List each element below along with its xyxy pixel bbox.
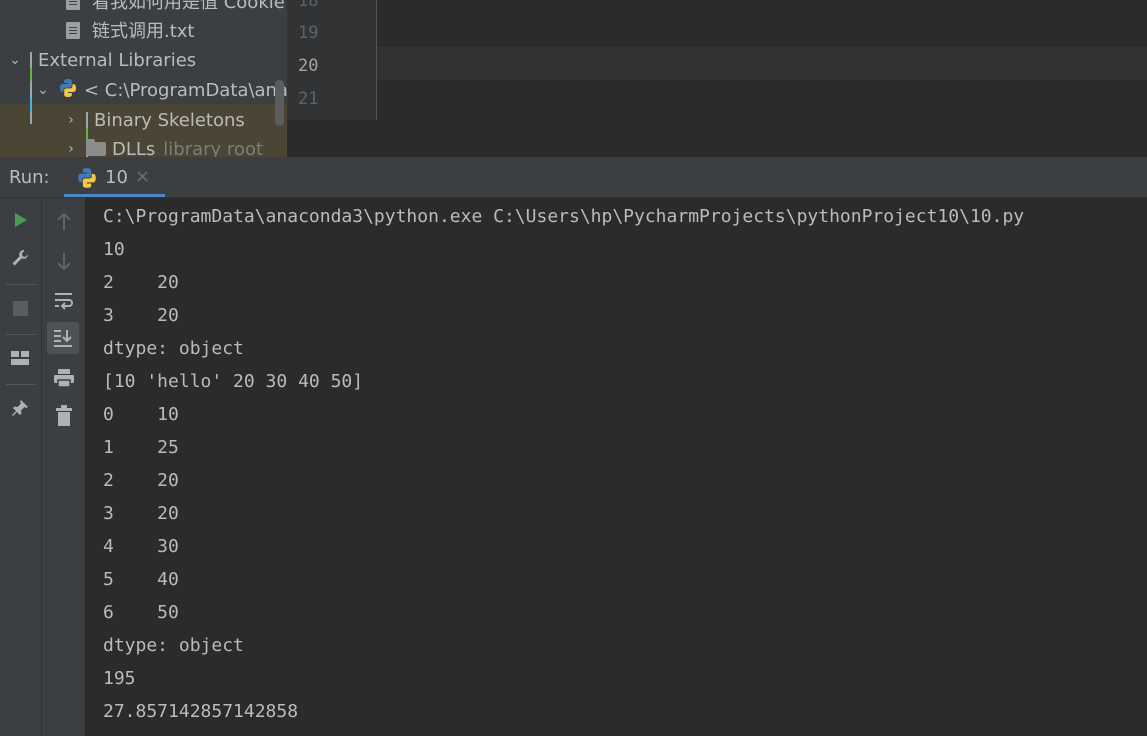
project-tree: 看我如何用是值 Cookie 链式调用.txt ⌄ External Libra… bbox=[0, 0, 287, 157]
rerun-button[interactable] bbox=[4, 204, 36, 236]
previous-occurrence-button[interactable] bbox=[48, 206, 80, 238]
library-icon bbox=[86, 111, 88, 157]
line-number: 20 bbox=[298, 56, 319, 76]
console-line: 2 20 bbox=[103, 272, 179, 293]
chevron-right-icon[interactable]: › bbox=[64, 141, 78, 157]
console-line: 4 30 bbox=[103, 536, 179, 557]
chevron-right-icon[interactable]: › bbox=[64, 112, 78, 128]
tree-item-chain-call-file[interactable]: 链式调用.txt bbox=[66, 15, 195, 45]
close-icon[interactable]: × bbox=[135, 166, 150, 187]
tree-scrollbar[interactable] bbox=[275, 80, 284, 126]
clear-all-button[interactable] bbox=[48, 400, 80, 432]
line-number-gutter: 18 19 20 21 bbox=[287, 0, 377, 120]
toolbar-separator bbox=[6, 284, 36, 285]
console-line: 3 20 bbox=[103, 305, 179, 326]
python-icon bbox=[58, 78, 78, 103]
stop-icon bbox=[12, 300, 28, 316]
restore-layout-button[interactable] bbox=[4, 342, 36, 374]
print-icon bbox=[54, 369, 74, 388]
tree-item-label: External Libraries bbox=[38, 49, 197, 71]
editor-empty-area bbox=[377, 121, 1147, 157]
line-number: 19 bbox=[298, 23, 319, 43]
up-arrow-icon bbox=[57, 213, 71, 230]
current-line-highlight bbox=[287, 47, 1147, 80]
tree-item-label: < C:\ProgramData\ana bbox=[84, 79, 287, 101]
tree-item-external-libraries[interactable]: ⌄ External Libraries bbox=[8, 45, 197, 124]
down-arrow-icon bbox=[57, 253, 71, 270]
console-line: 1 25 bbox=[103, 437, 179, 458]
run-tab-label: 10 bbox=[105, 167, 128, 188]
console-line: 2 20 bbox=[103, 470, 179, 491]
tree-item-python-sdk[interactable]: ⌄ < C:\ProgramData\ana bbox=[36, 75, 287, 105]
console-line: 3 20 bbox=[103, 503, 179, 524]
run-icon bbox=[15, 213, 27, 227]
console-line: 195 bbox=[103, 668, 136, 689]
run-tab[interactable]: 10 × bbox=[64, 159, 165, 197]
console-line: dtype: object bbox=[103, 635, 244, 656]
text-file-icon bbox=[66, 0, 80, 10]
console-line: [10 'hello' 20 30 40 50] bbox=[103, 371, 364, 392]
console-output[interactable]: C:\ProgramData\anaconda3\python.exe C:\U… bbox=[86, 198, 1147, 736]
pin-icon bbox=[12, 400, 28, 416]
console-line: 10 bbox=[103, 239, 125, 260]
library-root-hint: library root bbox=[163, 138, 264, 158]
settings-button[interactable] bbox=[4, 242, 36, 274]
line-number: 21 bbox=[298, 89, 319, 109]
console-command-line: C:\ProgramData\anaconda3\python.exe C:\U… bbox=[103, 206, 1025, 227]
console-line: 27.857142857142858 bbox=[103, 701, 299, 722]
console-controls-toolbar bbox=[42, 198, 86, 736]
code-editor[interactable]: 18 19 20 21 bbox=[287, 0, 1147, 157]
console-line: 0 10 bbox=[103, 404, 179, 425]
text-file-icon bbox=[66, 21, 80, 39]
library-icon bbox=[30, 51, 32, 124]
console-line: dtype: object bbox=[103, 338, 244, 359]
toolbar-separator bbox=[6, 384, 36, 385]
tree-item-label: Binary Skeletons bbox=[94, 109, 245, 131]
tree-item-cookie-file[interactable]: 看我如何用是值 Cookie bbox=[66, 0, 285, 16]
active-tab-indicator bbox=[64, 194, 165, 197]
tree-item-label: DLLs bbox=[112, 138, 156, 158]
layout-icon bbox=[11, 351, 29, 365]
settings-wrench-icon bbox=[12, 250, 28, 266]
run-controls-toolbar bbox=[0, 198, 42, 736]
chevron-down-icon[interactable]: ⌄ bbox=[8, 52, 22, 68]
folder-icon bbox=[86, 139, 106, 156]
tree-item-dlls[interactable]: › DLLs library root bbox=[64, 134, 264, 158]
run-panel-title: Run: bbox=[9, 167, 50, 188]
tree-item-binary-skeletons[interactable]: › Binary Skeletons bbox=[64, 105, 245, 157]
run-panel-header: Run: 10 × bbox=[0, 159, 1147, 198]
next-occurrence-button[interactable] bbox=[48, 245, 80, 277]
trash-icon bbox=[56, 405, 72, 426]
print-button[interactable] bbox=[48, 362, 80, 394]
tree-item-label: 看我如何用是值 Cookie bbox=[92, 0, 285, 13]
toolbar-separator bbox=[6, 334, 36, 335]
tree-item-label: 链式调用.txt bbox=[92, 21, 195, 42]
soft-wrap-icon bbox=[55, 293, 73, 310]
line-number: 18 bbox=[298, 0, 319, 11]
python-icon bbox=[76, 167, 98, 193]
soft-wrap-button[interactable] bbox=[48, 284, 80, 316]
pin-tab-button[interactable] bbox=[4, 392, 36, 424]
scroll-to-end-icon bbox=[54, 330, 72, 347]
console-line: 6 50 bbox=[103, 602, 179, 623]
chevron-down-icon[interactable]: ⌄ bbox=[36, 82, 50, 98]
scroll-to-end-button[interactable] bbox=[47, 322, 79, 354]
stop-button[interactable] bbox=[4, 292, 36, 324]
console-line: 5 40 bbox=[103, 569, 179, 590]
